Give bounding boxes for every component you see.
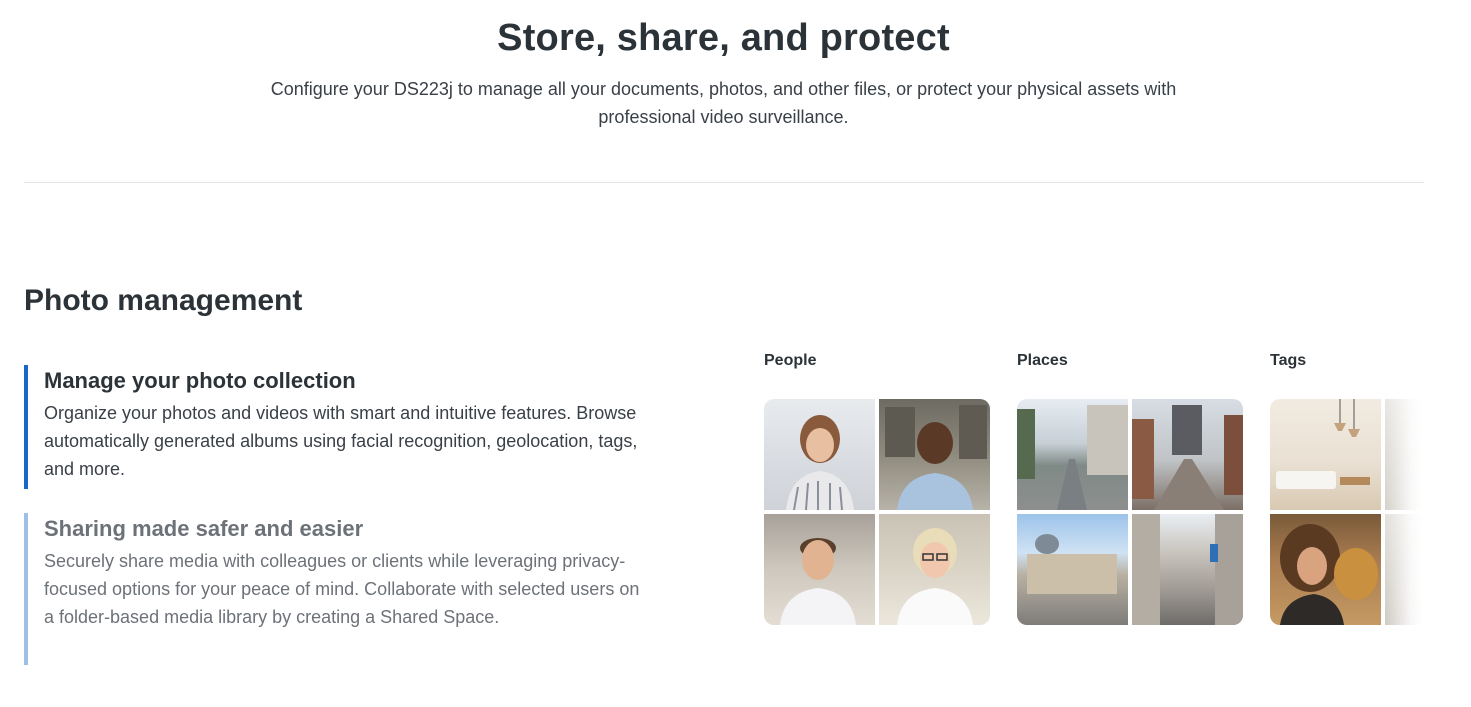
gallery-tags: Tags bbox=[1270, 352, 1422, 625]
tag-photo-partial-1 bbox=[1385, 399, 1422, 510]
feature-description: Securely share media with colleagues or … bbox=[44, 551, 640, 627]
tag-photo-interior bbox=[1270, 399, 1381, 510]
places-grid bbox=[1017, 399, 1243, 625]
feature-manage-collection[interactable]: Manage your photo collection Organize yo… bbox=[24, 365, 644, 489]
gallery-label-tags: Tags bbox=[1270, 352, 1307, 369]
tag-photo-partial-2 bbox=[1385, 514, 1422, 625]
tags-grid bbox=[1270, 399, 1422, 625]
place-photo-street bbox=[1017, 399, 1128, 510]
divider bbox=[24, 182, 1424, 183]
gallery-people: People bbox=[764, 352, 990, 625]
feature-sharing[interactable]: Sharing made safer and easier Securely s… bbox=[24, 513, 644, 665]
page-subtitle: Configure your DS223j to manage all your… bbox=[270, 79, 1177, 127]
gallery-places: Places bbox=[1017, 352, 1243, 625]
feature-title: Sharing made safer and easier bbox=[44, 516, 364, 541]
person-photo-man-smiling bbox=[879, 399, 990, 510]
place-photo-plaza bbox=[1017, 514, 1128, 625]
gallery-label-people: People bbox=[764, 352, 817, 369]
person-photo-man-office bbox=[764, 514, 875, 625]
feature-title: Manage your photo collection bbox=[44, 368, 356, 393]
feature-description: Organize your photos and videos with sma… bbox=[44, 403, 638, 479]
section-title: Photo management bbox=[24, 284, 303, 317]
people-grid bbox=[764, 399, 990, 625]
place-photo-bridge bbox=[1132, 399, 1243, 510]
gallery-label-places: Places bbox=[1017, 352, 1068, 369]
tag-photo-woman-dog bbox=[1270, 514, 1381, 625]
person-photo-woman-glasses bbox=[879, 514, 990, 625]
page-title: Store, share, and protect bbox=[497, 17, 950, 59]
place-photo-avenue bbox=[1132, 514, 1243, 625]
person-photo-woman bbox=[764, 399, 875, 510]
